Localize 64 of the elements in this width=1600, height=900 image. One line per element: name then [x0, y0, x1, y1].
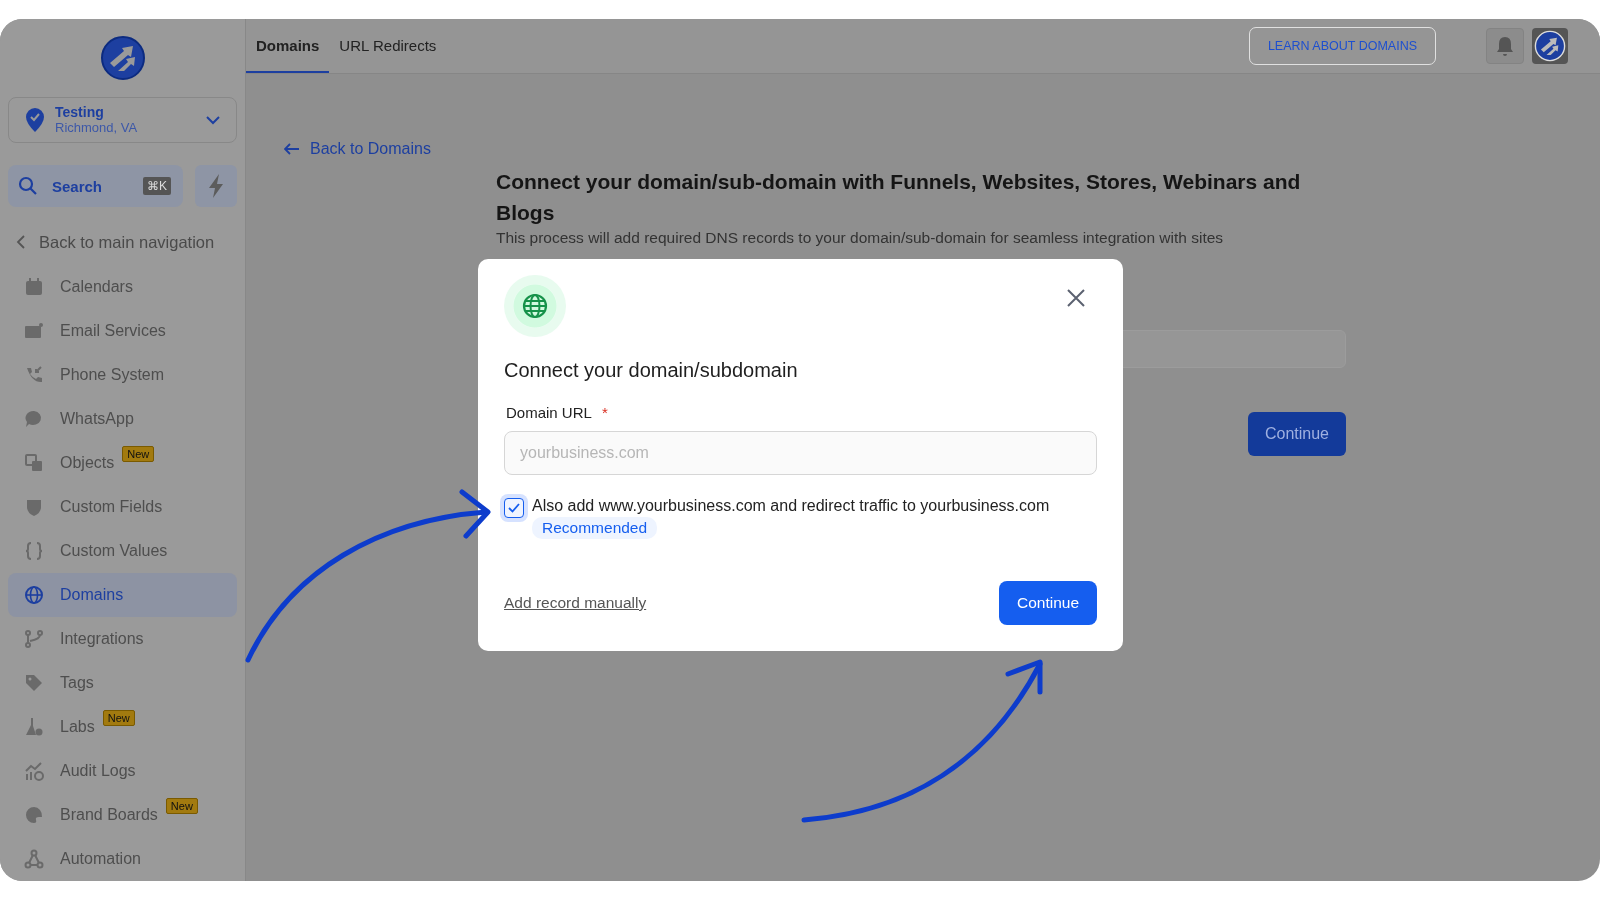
account-avatar[interactable]	[1532, 28, 1568, 64]
new-badge: New	[102, 710, 135, 726]
recommended-tag: Recommended	[532, 517, 658, 539]
close-icon[interactable]	[1067, 289, 1085, 307]
sidebar-item[interactable]: WhatsApp	[8, 397, 237, 441]
bell-icon	[1495, 35, 1515, 57]
location-pin-icon	[25, 107, 45, 133]
page-description: This process will add required DNS records to your domain/sub-domain for seamless integration with sites	[496, 228, 1225, 248]
required-mark: *	[601, 404, 608, 421]
new-badge: New	[122, 446, 155, 462]
dialog-title: Connect your domain/subdomain	[504, 359, 799, 382]
branch-icon	[24, 629, 44, 649]
location-switcher[interactable]: Testing Richmond, VA	[8, 97, 237, 143]
logo-icon	[99, 35, 146, 81]
page-heading: Connect your domain/sub-domain with Funnels, Websites, Stores, Webinars and Blogs	[496, 169, 1302, 226]
sidebar-item[interactable]: Integrations	[8, 617, 237, 661]
continue-button[interactable]: Continue	[998, 581, 1097, 625]
field-label: Domain URL	[506, 404, 592, 421]
learn-about-domains-button[interactable]: LEARN ABOUT DOMAINS	[1248, 27, 1436, 65]
sidebar-item[interactable]: Phone System	[8, 353, 237, 397]
checkmark-icon	[508, 503, 520, 513]
sidebar-item[interactable]: Email Services	[8, 309, 237, 353]
logo-icon	[1534, 30, 1566, 62]
chat-bubble-icon	[24, 409, 44, 429]
tag-icon	[24, 673, 44, 693]
new-badge: New	[165, 798, 198, 814]
search-button[interactable]: Search ⌘K	[8, 165, 183, 207]
location-city: Richmond, VA	[55, 120, 139, 136]
tab[interactable]: URL Redirects	[329, 19, 447, 73]
sidebar-item[interactable]: Brand Boards New	[8, 793, 237, 837]
sidebar-item[interactable]: Automation	[8, 837, 237, 881]
lightning-icon	[207, 173, 225, 199]
sidebar-item[interactable]: Custom Fields	[8, 485, 237, 529]
sidebar-item[interactable]: Audit Logs	[8, 749, 237, 793]
chevron-left-icon	[16, 235, 25, 249]
domain-url-input[interactable]: yourbusiness.com	[504, 431, 1097, 475]
shortcut-key: ⌘K	[143, 177, 171, 195]
calendar-icon	[24, 277, 44, 297]
sidebar-item[interactable]: Tags	[8, 661, 237, 705]
flask-icon	[24, 717, 44, 737]
search-icon	[18, 176, 38, 196]
globe-icon	[24, 585, 44, 605]
braces-icon	[24, 541, 44, 561]
tab[interactable]: Domains	[246, 19, 330, 73]
sidebar-item[interactable]: Calendars	[8, 265, 237, 309]
continue-button[interactable]: Continue	[1247, 412, 1346, 456]
nodes-icon	[24, 849, 44, 869]
sidebar-item[interactable]: Labs New	[8, 705, 237, 749]
checkbox-label: Also add www.yourbusiness.com and redirect traffic to yourbusiness.com	[532, 497, 1050, 515]
sidebar-item[interactable]: Objects New	[8, 441, 237, 485]
chart-icon	[24, 761, 44, 781]
sidebar-item[interactable]: Domains	[8, 573, 237, 617]
chevron-down-icon	[206, 115, 220, 125]
search-label: Search	[52, 177, 104, 195]
sidebar-item[interactable]: Custom Values	[8, 529, 237, 573]
globe-icon	[522, 293, 548, 319]
phone-icon	[24, 365, 44, 385]
location-name: Testing	[55, 104, 105, 120]
back-to-main-navigation-link[interactable]: Back to main navigation	[8, 231, 237, 253]
back-to-domains-link[interactable]: Back to Domains	[284, 140, 1600, 158]
arrow-left-icon	[284, 143, 300, 155]
shield-icon	[24, 497, 44, 517]
add-record-manually-link[interactable]: Add record manually	[504, 594, 647, 612]
squares-icon	[24, 453, 44, 473]
